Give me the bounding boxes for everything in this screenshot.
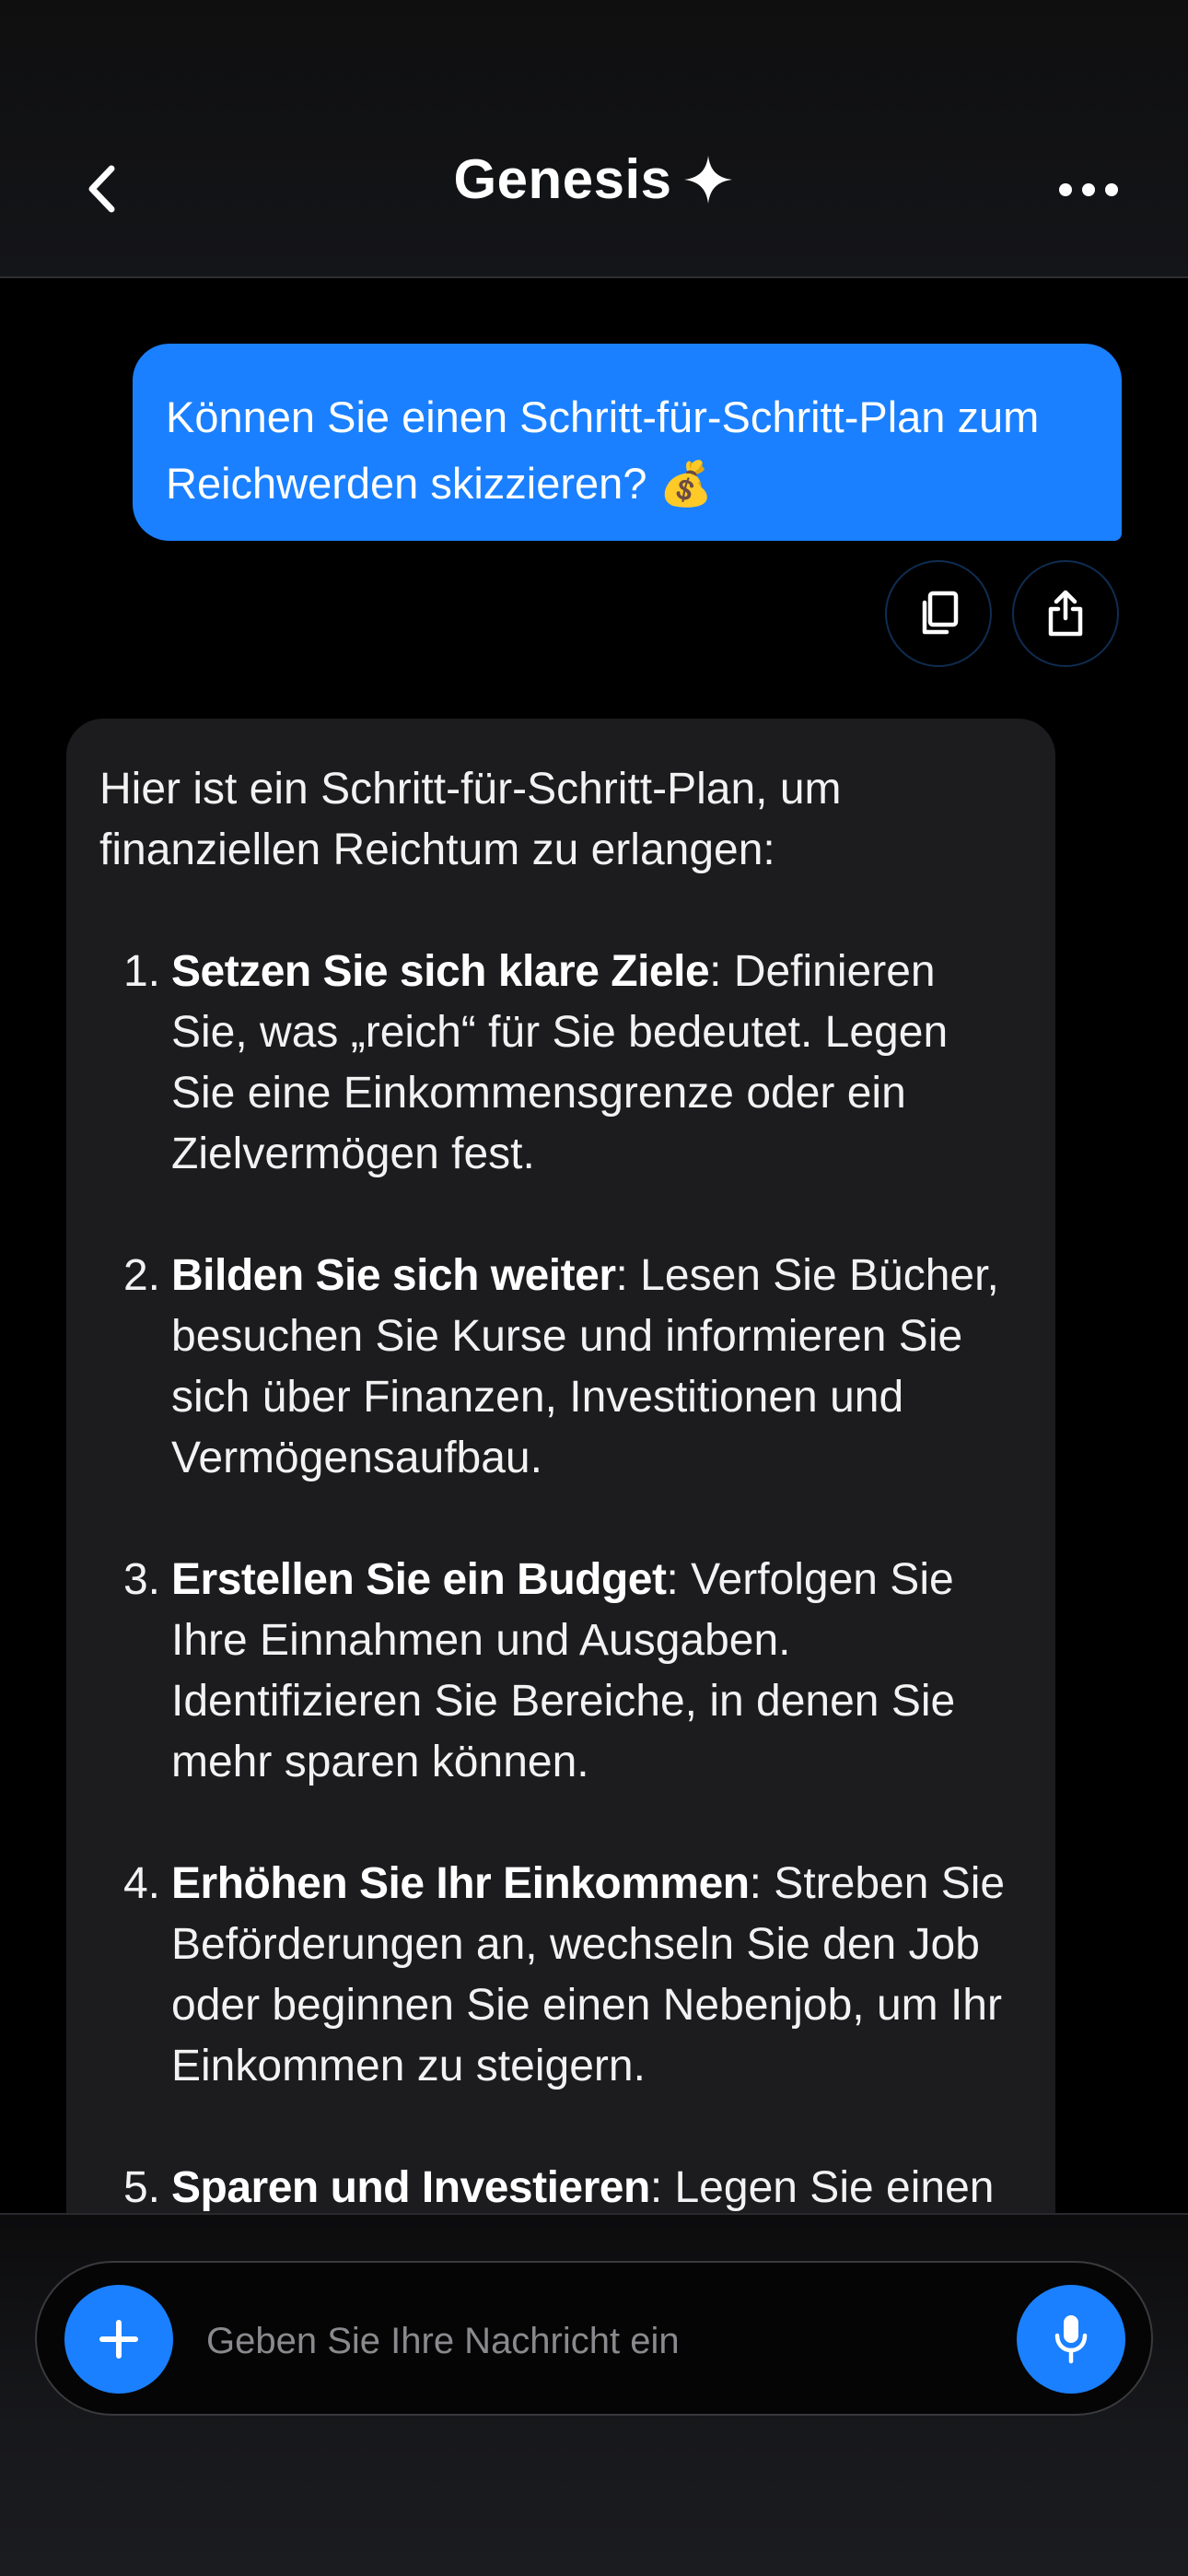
list-item: 4. Erhöhen Sie Ihr Einkommen: Streben Si… bbox=[99, 1854, 1022, 2097]
add-attachment-button[interactable] bbox=[64, 2285, 173, 2394]
assistant-intro-text: Hier ist ein Schritt-für-Schritt-Plan, u… bbox=[99, 765, 842, 874]
share-button[interactable] bbox=[1012, 560, 1119, 667]
step-title: Setzen Sie sich klare Ziele bbox=[171, 947, 710, 996]
user-message-text: Können Sie einen Schritt-für-Schritt-Pla… bbox=[166, 392, 1040, 508]
list-item: 2. Bilden Sie sich weiter: Lesen Sie Büc… bbox=[99, 1246, 1022, 1489]
assistant-message-bubble: Hier ist ein Schritt-für-Schritt-Plan, u… bbox=[66, 719, 1055, 2285]
step-number: 1. bbox=[122, 947, 160, 996]
composer-pill bbox=[35, 2261, 1153, 2416]
step-number: 3. bbox=[122, 1555, 160, 1604]
step-body: Sparen und Investieren: Legen Sie einen bbox=[171, 2158, 1022, 2219]
composer-bar bbox=[0, 2213, 1188, 2576]
plus-icon bbox=[99, 2320, 138, 2359]
user-message-bubble: Können Sie einen Schritt-für-Schritt-Pla… bbox=[133, 344, 1122, 541]
title-group: Genesis bbox=[0, 147, 1188, 211]
ellipsis-icon bbox=[1059, 183, 1118, 196]
more-options-button[interactable] bbox=[1052, 162, 1125, 217]
step-title: Sparen und Investieren bbox=[171, 2163, 650, 2212]
step-number: 4. bbox=[122, 1859, 160, 1908]
top-navigation-bar: Genesis bbox=[0, 0, 1188, 278]
chat-screen: Genesis Können Sie einen Schritt-für-Sch… bbox=[0, 0, 1188, 2576]
step-body: Bilden Sie sich weiter: Lesen Sie Bücher… bbox=[171, 1246, 1022, 1489]
step-title: Erstellen Sie ein Budget bbox=[171, 1555, 667, 1604]
step-number: 2. bbox=[122, 1251, 160, 1300]
step-body: Setzen Sie sich klare Ziele: Definieren … bbox=[171, 942, 1022, 1185]
microphone-icon bbox=[1054, 2315, 1088, 2364]
share-icon bbox=[1048, 590, 1083, 637]
step-body: Erstellen Sie ein Budget: Verfolgen Sie … bbox=[171, 1550, 1022, 1793]
sparkle-icon bbox=[684, 155, 733, 204]
copy-icon bbox=[922, 591, 959, 635]
list-item: 5. Sparen und Investieren: Legen Sie ein… bbox=[99, 2158, 1022, 2219]
message-input[interactable] bbox=[204, 2300, 1000, 2383]
step-title: Bilden Sie sich weiter bbox=[171, 1251, 616, 1300]
list-item: 3. Erstellen Sie ein Budget: Verfolgen S… bbox=[99, 1550, 1022, 1793]
voice-input-button[interactable] bbox=[1017, 2285, 1125, 2394]
copy-button[interactable] bbox=[885, 560, 992, 667]
page-title: Genesis bbox=[453, 148, 672, 210]
list-item: 1. Setzen Sie sich klare Ziele: Definier… bbox=[99, 942, 1022, 1185]
step-text: : Legen Sie einen bbox=[649, 2163, 995, 2212]
step-body: Erhöhen Sie Ihr Einkommen: Streben Sie B… bbox=[171, 1854, 1022, 2097]
steps-list: 1. Setzen Sie sich klare Ziele: Definier… bbox=[99, 942, 1022, 2219]
step-number: 5. bbox=[122, 2163, 160, 2212]
step-title: Erhöhen Sie Ihr Einkommen bbox=[171, 1859, 750, 1908]
